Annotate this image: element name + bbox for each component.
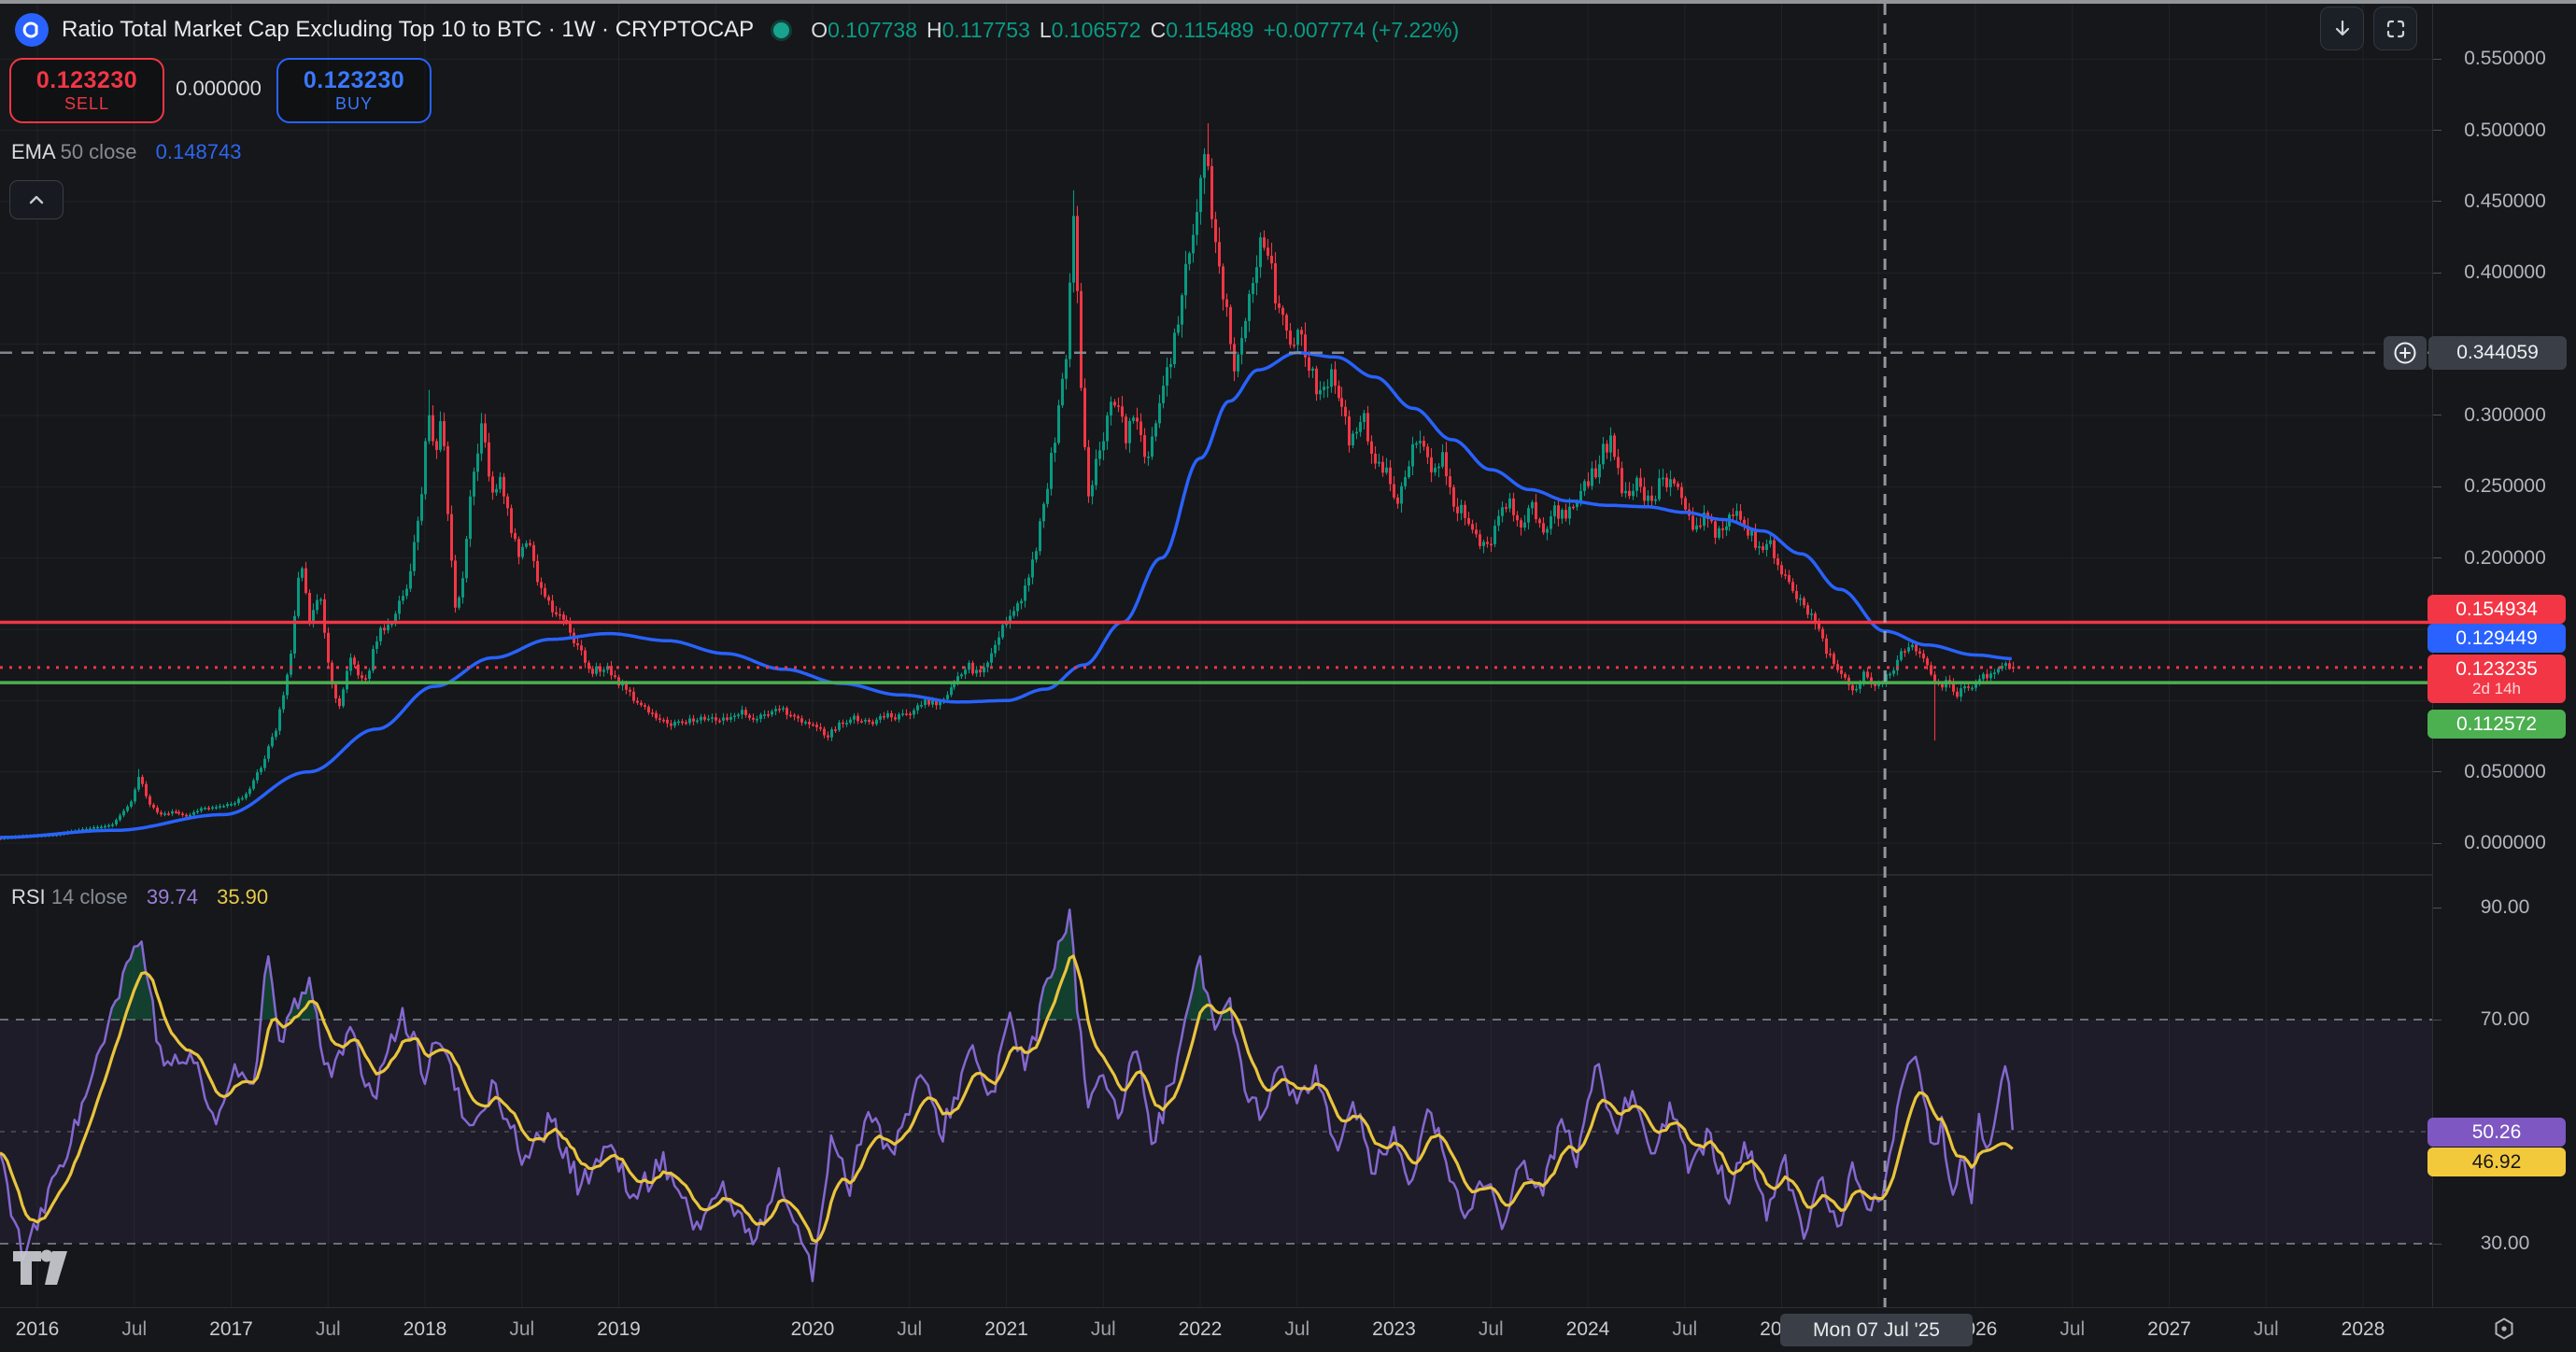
time-axis-label: Jul — [868, 1316, 952, 1344]
price-axis-tick — [2433, 130, 2442, 131]
time-axis-label: Jul — [1061, 1316, 1145, 1344]
price-axis-tick — [2433, 59, 2442, 60]
symbol-header: Ratio Total Market Cap Excluding Top 10 … — [15, 11, 1468, 49]
time-axis-label: Jul — [2224, 1316, 2308, 1344]
open-label: O — [811, 18, 828, 42]
crosshair-date-badge: Mon 07 Jul '25 — [1780, 1314, 1973, 1346]
rsi-badge: 46.92 — [2427, 1148, 2566, 1176]
time-axis-label: 2018 — [383, 1316, 467, 1344]
ema-params: 50 close — [61, 140, 137, 163]
time-axis-label: Jul — [1643, 1316, 1727, 1344]
window-top-edge — [0, 0, 2576, 4]
price-axis-tick — [2433, 201, 2442, 202]
close-label: C — [1151, 18, 1167, 42]
price-axis-label: 0.400000 — [2433, 260, 2576, 286]
time-axis[interactable]: Mon 07 Jul '25 2016 Jul 2017 Jul 2018 Jul 2019… — [0, 1307, 2576, 1352]
time-axis-label: 2020 — [771, 1316, 855, 1344]
price-axis-label: 0.050000 — [2433, 759, 2576, 785]
time-axis-label: 2027 — [2128, 1316, 2212, 1344]
rsi-indicator-legend[interactable]: RSI 14 close 39.74 35.90 — [11, 885, 268, 909]
crosshair-price-badge: 0.344059 — [2428, 336, 2567, 370]
price-axis-label: 0.500000 — [2433, 118, 2576, 144]
price-axis-label: 0.000000 — [2433, 830, 2576, 856]
sell-label: SELL — [64, 94, 109, 114]
chart-canvas[interactable] — [0, 0, 2576, 1352]
time-axis-label: 2023 — [1352, 1316, 1437, 1344]
time-axis-label: 2017 — [190, 1316, 274, 1344]
market-status-icon[interactable] — [771, 20, 792, 41]
time-axis-settings-button[interactable] — [2492, 1317, 2516, 1345]
ema-name: EMA — [11, 140, 54, 163]
rsi-ma-value: 35.90 — [217, 885, 268, 908]
price-axis-tick — [2433, 843, 2442, 844]
time-axis-label: 2022 — [1158, 1316, 1242, 1344]
price-axis-label: 0.550000 — [2433, 46, 2576, 72]
ema-value-badge: 0.129449 — [2427, 624, 2566, 653]
change-value: +0.007774 (+7.22%) — [1263, 18, 1459, 42]
low-label: L — [1040, 18, 1052, 42]
time-axis-label: 2028 — [2321, 1316, 2405, 1344]
rsi-badge: 50.26 — [2427, 1118, 2566, 1147]
last-price-badge: 0.1232352d 14h — [2427, 655, 2566, 703]
arrow-down-icon — [2331, 18, 2354, 40]
chevron-up-icon — [26, 190, 47, 210]
high-label: H — [927, 18, 942, 42]
price-axis-tick — [2433, 273, 2442, 274]
rsi-axis-tick — [2433, 1244, 2442, 1245]
buy-price: 0.123230 — [304, 67, 404, 94]
tradingview-chart-window: Ratio Total Market Cap Excluding Top 10 … — [0, 0, 2576, 1352]
time-axis-label: Jul — [286, 1316, 370, 1344]
time-axis-label: Jul — [480, 1316, 564, 1344]
rsi-axis-label: 30.00 — [2433, 1231, 2576, 1257]
spread-value: 0.000000 — [161, 58, 276, 120]
rsi-axis-label: 70.00 — [2433, 1007, 2576, 1033]
session-hexagon-icon — [2492, 1317, 2516, 1341]
time-axis-label: 2016 — [0, 1316, 79, 1344]
fullscreen-button[interactable] — [2373, 7, 2417, 50]
time-axis-label: 2019 — [577, 1316, 661, 1344]
close-value: 0.115489 — [1166, 18, 1253, 42]
rsi-params: 14 close — [51, 885, 128, 908]
time-axis-label: Jul — [92, 1316, 177, 1344]
plus-circle-icon — [2392, 340, 2418, 366]
resistance-line-badge: 0.154934 — [2427, 595, 2566, 624]
ema-indicator-legend[interactable]: EMA 50 close 0.148743 — [11, 140, 241, 164]
high-value: 0.117753 — [942, 18, 1030, 42]
sell-price: 0.123230 — [36, 67, 137, 94]
time-axis-label: Jul — [2031, 1316, 2115, 1344]
price-axis-label: 0.300000 — [2433, 402, 2576, 429]
symbol-logo-icon[interactable] — [15, 13, 49, 47]
symbol-title[interactable]: Ratio Total Market Cap Excluding Top 10 … — [62, 17, 754, 43]
time-axis-label: 2021 — [965, 1316, 1049, 1344]
load-data-button[interactable] — [2320, 7, 2364, 50]
rsi-value: 39.74 — [147, 885, 198, 908]
price-axis-label: 0.250000 — [2433, 473, 2576, 500]
price-axis-label: 0.200000 — [2433, 545, 2576, 571]
collapse-legend-button[interactable] — [9, 180, 64, 219]
rsi-axis-tick — [2433, 1020, 2442, 1021]
tradingview-logo[interactable] — [11, 1247, 73, 1293]
ohlc-readout: O0.107738 H0.117753 L0.106572 C0.115489 +0.0… — [811, 18, 1468, 43]
support-line-badge: 0.112572 — [2427, 710, 2566, 739]
ema-value: 0.148743 — [156, 140, 242, 163]
rsi-name: RSI — [11, 885, 46, 908]
price-axis-tick — [2433, 557, 2442, 558]
add-order-button[interactable] — [2384, 336, 2427, 370]
price-axis-tick — [2433, 486, 2442, 487]
time-axis-label: 2024 — [1546, 1316, 1630, 1344]
buy-button[interactable]: 0.123230 BUY — [276, 58, 432, 123]
sell-button[interactable]: 0.123230 SELL — [9, 58, 164, 123]
buy-label: BUY — [335, 94, 373, 114]
price-axis[interactable]: 0.550000 0.500000 0.450000 0.400000 0.300000… — [2432, 4, 2576, 1307]
time-axis-label: Jul — [1449, 1316, 1533, 1344]
low-value: 0.106572 — [1052, 18, 1141, 42]
cryptocap-glyph — [21, 19, 43, 41]
rsi-axis-label: 90.00 — [2433, 894, 2576, 921]
time-axis-label: Jul — [1255, 1316, 1339, 1344]
price-axis-label: 0.450000 — [2433, 189, 2576, 215]
price-axis-tick — [2433, 771, 2442, 772]
fullscreen-icon — [2385, 18, 2407, 40]
open-value: 0.107738 — [828, 18, 917, 42]
